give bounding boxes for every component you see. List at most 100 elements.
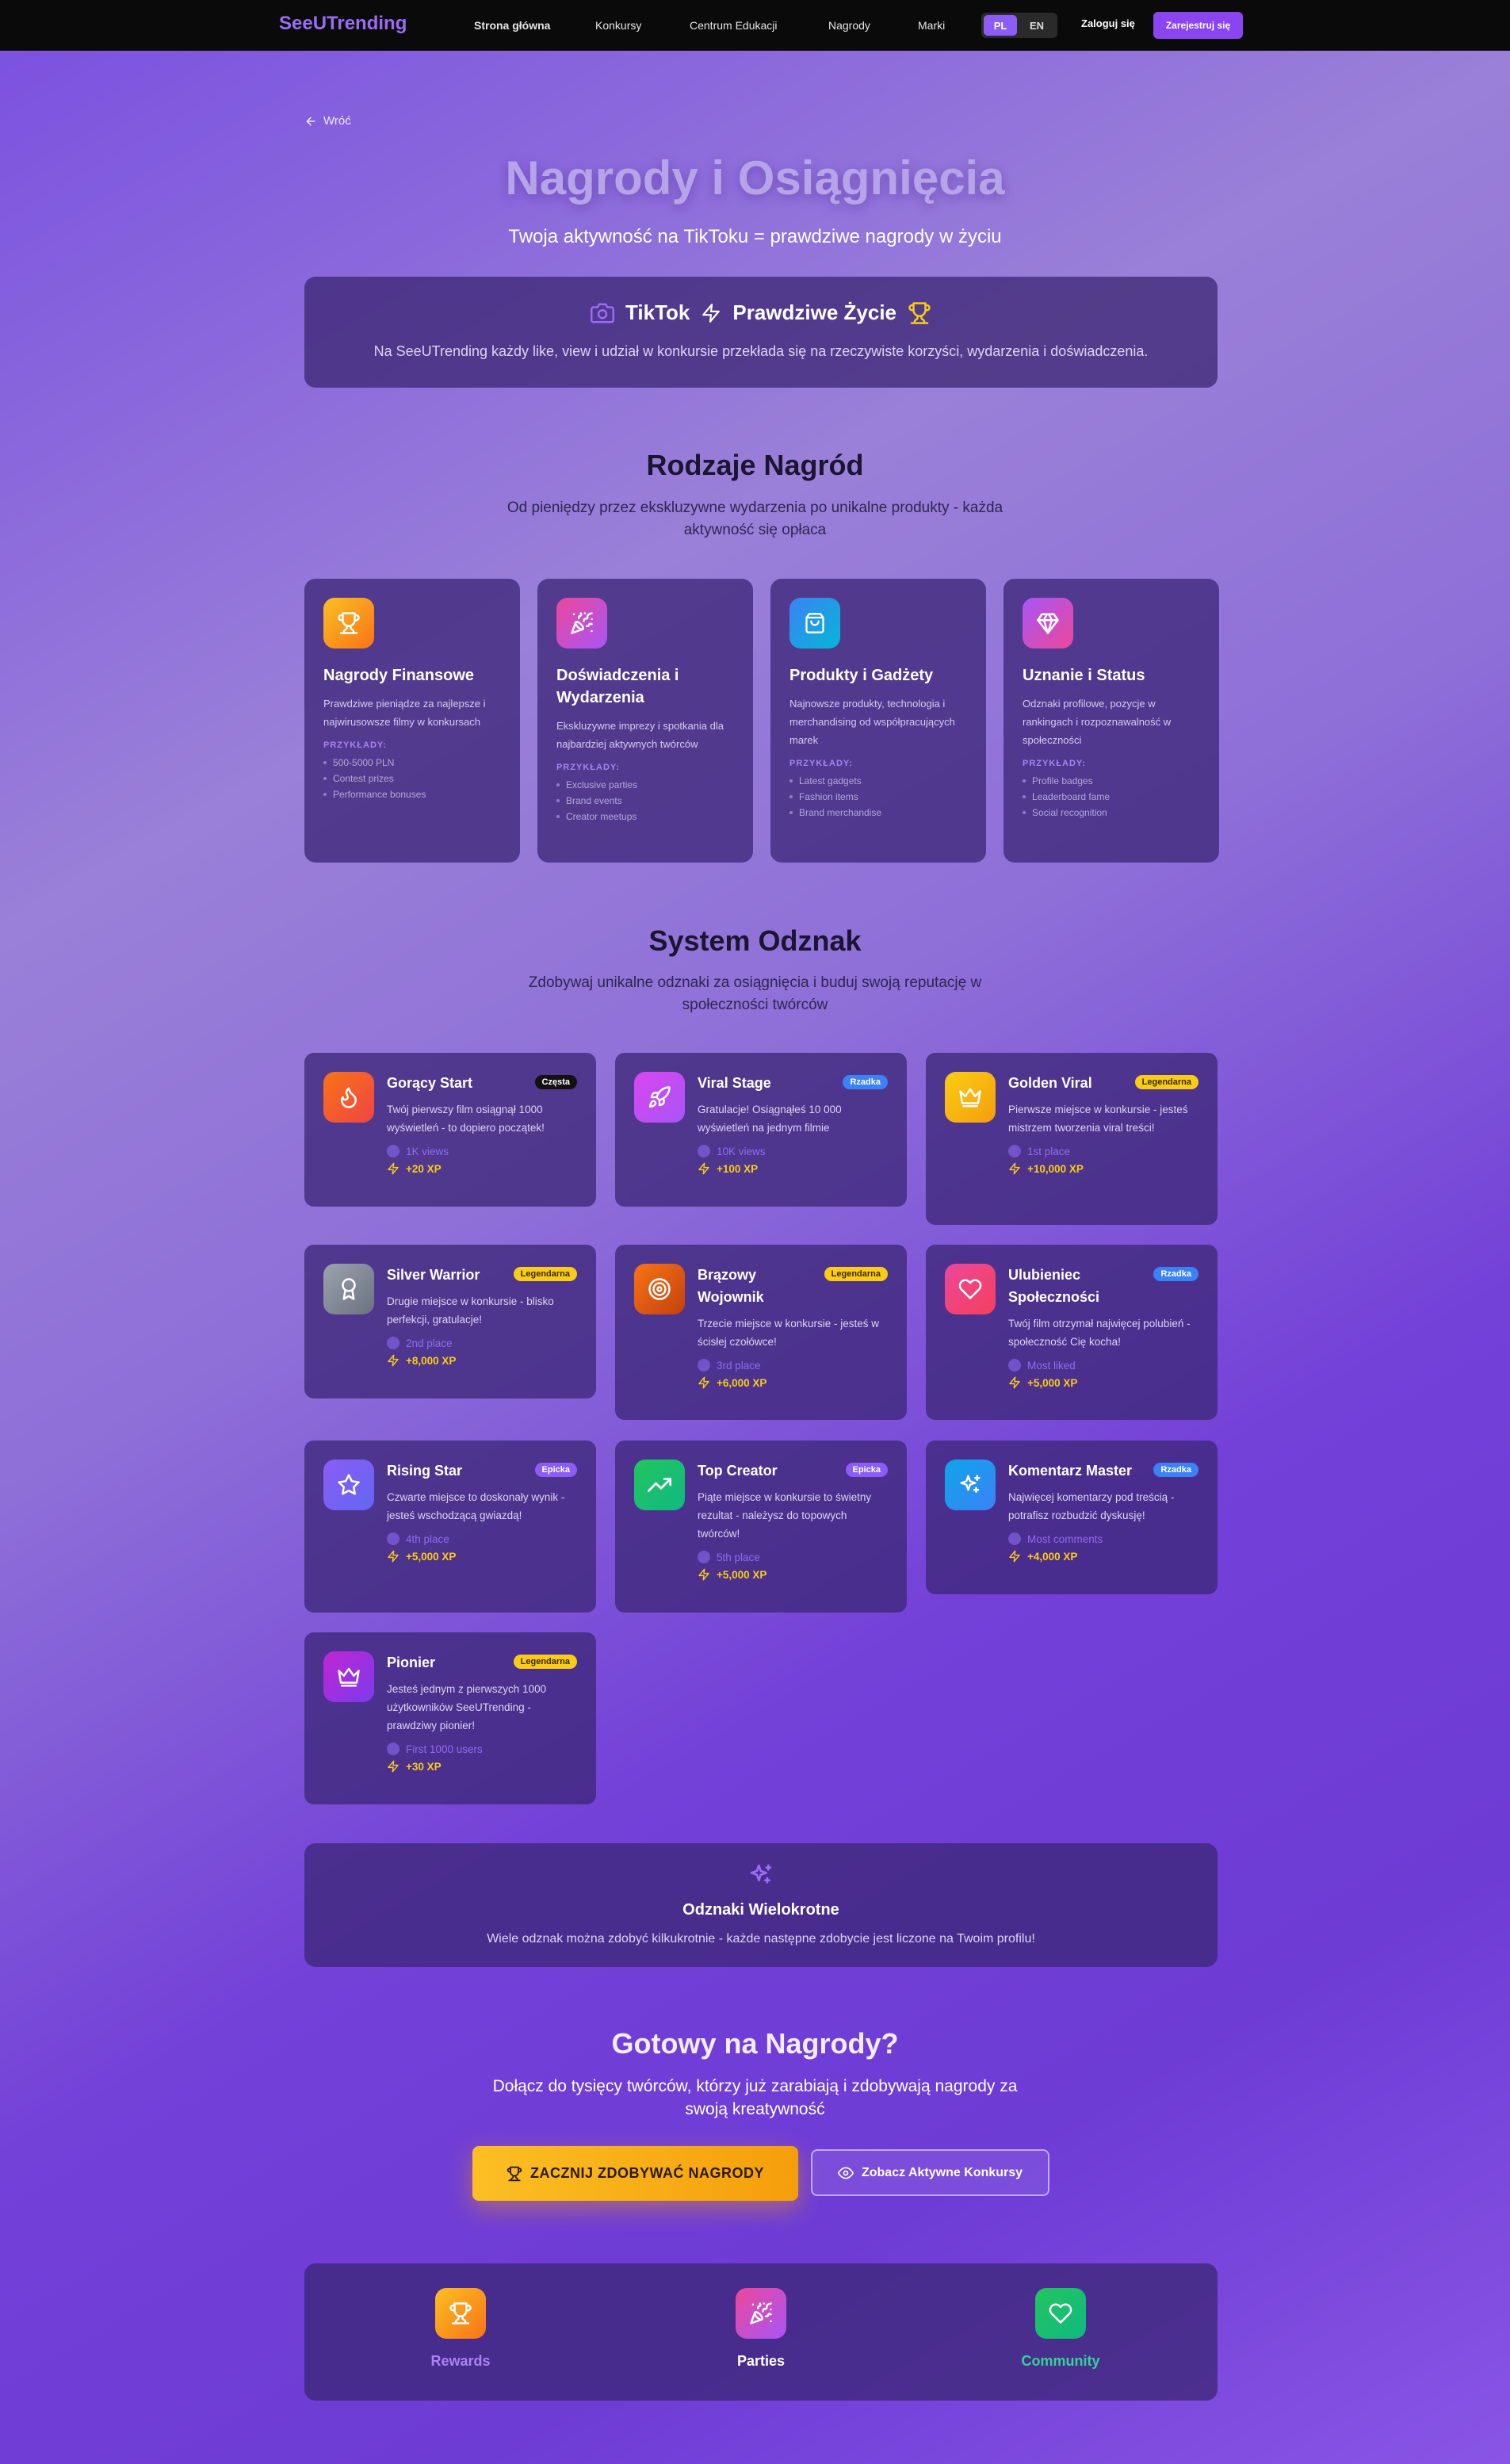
list-item: Leaderboard fame: [1023, 789, 1200, 805]
back-label: Wróć: [323, 114, 351, 128]
badge-description: Piąte miejsce w konkursie to świetny rez…: [698, 1491, 872, 1540]
nav-link-rewards[interactable]: Nagrody: [828, 19, 870, 32]
tiktok-label: TikTok: [625, 300, 690, 324]
reward-card-description: Odznaki profilowe, pozycje w rankingach …: [1023, 698, 1172, 746]
crown-icon: [323, 1651, 374, 1702]
view-contests-label: Zobacz Aktywne Konkursy: [861, 2165, 1023, 2179]
xp-text: +6,000 XP: [717, 1376, 767, 1389]
lang-pl-button[interactable]: PL: [984, 15, 1017, 36]
examples-list: Latest gadgets Fashion items Brand merch…: [789, 773, 967, 821]
lang-en-button[interactable]: EN: [1020, 15, 1053, 36]
nav-link-home[interactable]: Strona główna: [474, 19, 550, 32]
trophy-icon: [323, 598, 374, 649]
view-contests-button[interactable]: Zobacz Aktywne Konkursy: [811, 2149, 1049, 2196]
benefits-strip: Rewards Parties Community: [304, 2263, 1218, 2401]
badge-xp: +6,000 XP: [698, 1376, 888, 1389]
condition-text: 10K views: [717, 1145, 766, 1157]
benefit-label: Community: [1021, 2353, 1100, 2369]
top-navbar: SeeUTrending Strona główna Konkursy Cent…: [0, 0, 1510, 51]
trophy-icon: [507, 2166, 522, 2182]
heart-icon: [945, 1264, 996, 1314]
rarity-badge: Legendarna: [824, 1267, 888, 1281]
xp-text: +5,000 XP: [1027, 1376, 1078, 1389]
badge-card-bronze-warrior[interactable]: Brązowy Wojownik Legendarna Trzecie miejs…: [615, 1245, 907, 1420]
xp-text: +100 XP: [717, 1162, 759, 1175]
shopping-bag-icon: [789, 598, 840, 649]
rarity-badge: Rzadka: [843, 1075, 888, 1089]
language-switcher: PL EN: [981, 13, 1057, 38]
badge-condition: First 1000 users: [387, 1743, 577, 1755]
badge-card-top-creator[interactable]: Top Creator Epicka Piąte miejsce w konkur…: [615, 1441, 907, 1613]
eye-icon: [837, 2165, 854, 2181]
xp-text: +4,000 XP: [1027, 1550, 1078, 1563]
reward-card-recognition[interactable]: Uznanie i Status Odznaki profilowe, pozy…: [1003, 579, 1219, 863]
badge-title: Golden Viral: [1008, 1075, 1092, 1091]
badge-card-viral-stage[interactable]: Viral Stage Rzadka Gratulacje! Osiągnąłeś…: [615, 1053, 907, 1207]
condition-text: 1K views: [406, 1145, 449, 1157]
sparkles-icon: [945, 1460, 996, 1510]
login-link[interactable]: Zaloguj się: [1081, 17, 1135, 29]
badge-condition: 3rd place: [698, 1359, 888, 1372]
lightning-icon: [1008, 1376, 1021, 1389]
badge-description: Czwarte miejsce to doskonały wynik - jes…: [387, 1491, 565, 1521]
condition-dot-icon: [698, 1551, 710, 1563]
benefit-community: Community: [981, 2288, 1140, 2370]
xp-text: +8,000 XP: [406, 1354, 457, 1367]
badge-title: Brązowy Wojownik: [698, 1267, 764, 1305]
badge-condition: 1st place: [1008, 1145, 1198, 1157]
reward-types-subtitle: Od pieniędzy przez ekskluzywne wydarzeni…: [507, 499, 1003, 538]
badge-card-pioneer[interactable]: Pionier Legendarna Jesteś jednym z pierws…: [304, 1632, 596, 1804]
benefit-label: Parties: [736, 2353, 786, 2369]
badge-card-rising-star[interactable]: Rising Star Epicka Czwarte miejsce to dos…: [304, 1441, 596, 1613]
cta-subtitle: Dołącz do tysięcy twórców, którzy już za…: [492, 2077, 1018, 2118]
badge-card-comment-master[interactable]: Komentarz Master Rzadka Najwięcej komenta…: [926, 1441, 1218, 1594]
badge-condition: 1K views: [387, 1145, 577, 1157]
condition-dot-icon: [387, 1337, 399, 1349]
medal-icon: [323, 1264, 374, 1314]
flame-icon: [323, 1072, 374, 1123]
badge-description: Drugie miejsce w konkursie - blisko perf…: [387, 1295, 554, 1326]
reward-card-title: Uznanie i Status: [1023, 667, 1145, 684]
badge-xp: +5,000 XP: [698, 1568, 888, 1581]
badge-card-hot-start[interactable]: Gorący Start Częsta Twój pierwszy film os…: [304, 1053, 596, 1207]
page-subtitle: Twoja aktywność na TikToku = prawdziwe n…: [508, 226, 1002, 247]
reward-card-products[interactable]: Produkty i Gadżety Najnowsze produkty, t…: [770, 579, 986, 863]
brand-logo[interactable]: SeeUTrending: [279, 13, 407, 35]
badge-card-community-favourite[interactable]: Ulubieniec Społeczności Rzadka Twój film …: [926, 1245, 1218, 1420]
badge-card-silver-warrior[interactable]: Silver Warrior Legendarna Drugie miejsce …: [304, 1245, 596, 1398]
reward-card-financial[interactable]: Nagrody Finansowe Prawdziwe pieniądze za…: [304, 579, 520, 863]
badge-condition: 10K views: [698, 1145, 888, 1157]
condition-text: 4th place: [406, 1532, 449, 1545]
badge-title: Komentarz Master: [1008, 1463, 1133, 1479]
badge-title: Pionier: [387, 1655, 436, 1670]
rarity-badge: Legendarna: [1134, 1075, 1198, 1089]
trophy-icon: [908, 301, 931, 325]
register-button[interactable]: Zarejestruj się: [1153, 12, 1243, 39]
nav-link-brands[interactable]: Marki: [918, 19, 945, 32]
rarity-badge: Rzadka: [1153, 1463, 1198, 1477]
condition-dot-icon: [1008, 1145, 1021, 1157]
arrow-left-icon: [304, 115, 317, 128]
lightning-icon: [698, 1568, 710, 1581]
lightning-icon: [701, 303, 721, 323]
badge-card-golden-viral[interactable]: Golden Viral Legendarna Pierwsze miejsce …: [926, 1053, 1218, 1225]
reward-card-experiences[interactable]: Doświadczenia i Wydarzenia Ekskluzywne i…: [537, 579, 753, 863]
star-icon: [323, 1460, 374, 1510]
rarity-badge: Epicka: [845, 1463, 888, 1477]
nav-link-education[interactable]: Centrum Edukacji: [690, 19, 778, 32]
reward-card-title: Nagrody Finansowe: [323, 667, 475, 684]
badge-xp: +100 XP: [698, 1162, 888, 1175]
nav-link-contests[interactable]: Konkursy: [595, 19, 641, 32]
sparkles-icon: [748, 1862, 774, 1888]
lightning-icon: [387, 1550, 399, 1563]
condition-text: 3rd place: [717, 1359, 761, 1372]
start-earning-label: ZACZNIJ ZDOBYWAĆ NAGRODY: [530, 2165, 764, 2181]
badges-subtitle: Zdobywaj unikalne odznaki za osiągnięcia…: [528, 974, 982, 1013]
multiple-badges-title: Odznaki Wielokrotne: [682, 1901, 839, 1919]
badge-description: Jesteś jednym z pierwszych 1000 użytkown…: [387, 1683, 547, 1731]
badge-condition: 5th place: [698, 1551, 888, 1563]
start-earning-button[interactable]: ZACZNIJ ZDOBYWAĆ NAGRODY: [472, 2146, 798, 2201]
lightning-icon: [698, 1162, 710, 1175]
examples-label: PRZYKŁADY:: [789, 759, 854, 768]
back-link[interactable]: Wróć: [304, 114, 351, 128]
